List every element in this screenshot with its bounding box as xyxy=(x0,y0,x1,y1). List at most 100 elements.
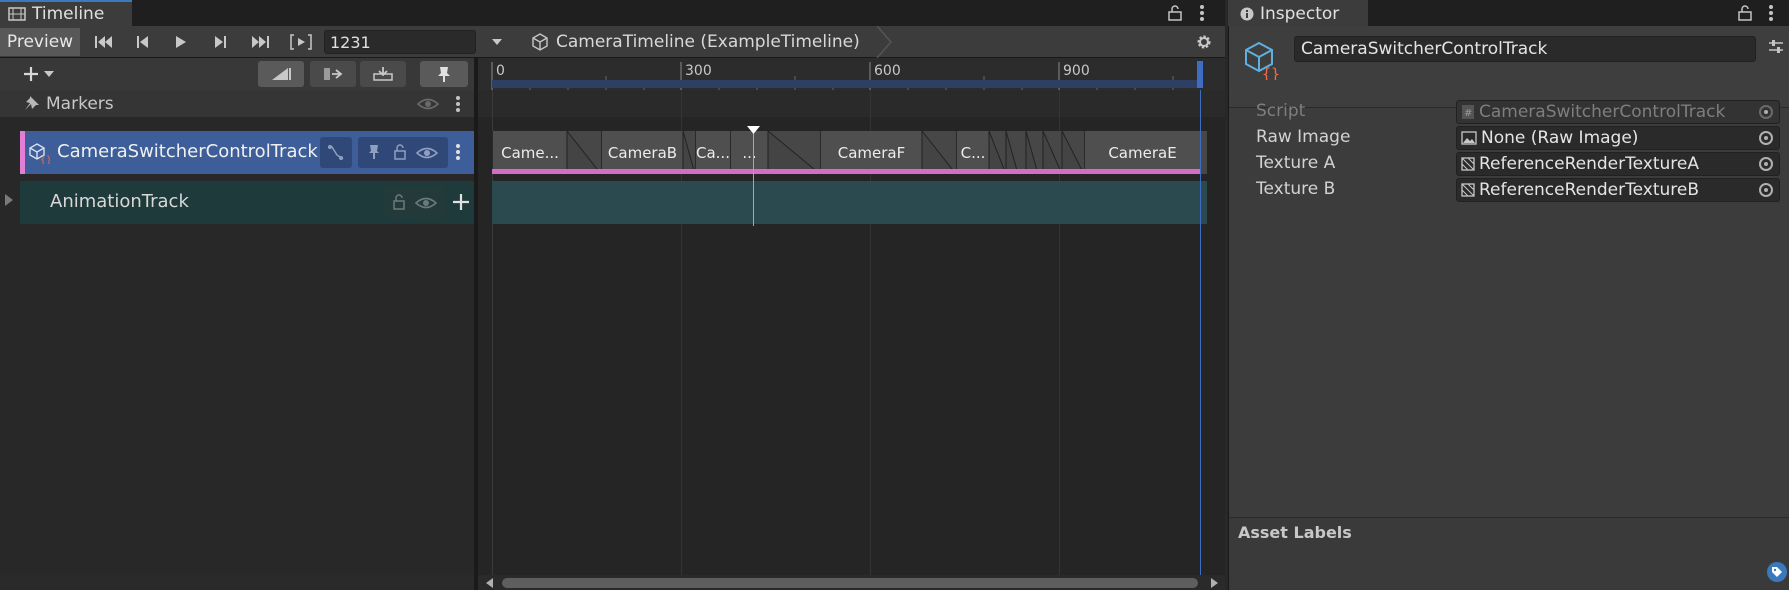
inspector-kebab-icon[interactable] xyxy=(1768,4,1774,22)
control-track-icon: {} xyxy=(28,142,50,164)
add-clip-plus-icon[interactable] xyxy=(451,192,471,212)
chevron-down-icon xyxy=(44,71,54,77)
track-pin-icon[interactable] xyxy=(368,144,380,160)
camera-track-kebab-icon[interactable] xyxy=(455,143,461,161)
scroll-right-icon[interactable] xyxy=(1210,578,1218,588)
prop-label-texture-b: Texture B xyxy=(1256,179,1336,199)
settings-gear-icon[interactable] xyxy=(1190,28,1218,56)
prop-label-script: Script xyxy=(1256,101,1306,121)
svg-text:{}: {} xyxy=(40,155,50,164)
preset-icon[interactable] xyxy=(1767,38,1785,56)
track-toggles xyxy=(358,137,448,168)
inspector-panel: {} CameraSwitcherControlTrack Script # C… xyxy=(1228,26,1789,590)
breadcrumb-label: CameraTimeline (ExampleTimeline) xyxy=(556,32,860,52)
timeline-tab[interactable]: Timeline xyxy=(0,0,132,26)
info-icon xyxy=(1240,7,1254,21)
clip-color-bar xyxy=(492,169,1200,174)
object-name-input[interactable]: CameraSwitcherControlTrack xyxy=(1294,36,1756,62)
track-eye-icon[interactable] xyxy=(416,147,438,159)
snap-button[interactable] xyxy=(420,61,468,87)
tag-icon xyxy=(1771,566,1783,578)
timeline-dropdown-icon[interactable] xyxy=(486,28,508,56)
timeline-content[interactable]: Came... CameraB Ca... ... CameraF C... C… xyxy=(478,90,1225,575)
expand-arrow-icon[interactable] xyxy=(4,193,14,207)
playable-range xyxy=(492,80,1200,88)
object-picker-icon[interactable] xyxy=(1759,183,1773,197)
playhead-icon[interactable] xyxy=(747,126,760,134)
markers-label: Markers xyxy=(46,94,114,114)
svg-text:#: # xyxy=(1464,108,1472,119)
curves-icon xyxy=(327,144,345,161)
ruler-tick-label: 900 xyxy=(1063,63,1090,79)
next-frame-icon[interactable] xyxy=(207,28,233,56)
texture-b-value: ReferenceRenderTextureB xyxy=(1479,180,1700,200)
end-line xyxy=(1200,90,1201,575)
label-tag-button[interactable] xyxy=(1767,562,1787,582)
track-animation[interactable]: AnimationTrack xyxy=(20,181,474,224)
ruler-tick-label: 0 xyxy=(496,63,505,79)
pin-icon xyxy=(437,65,451,83)
asset-labels-section: Asset Labels xyxy=(1229,517,1789,590)
kebab-menu-icon[interactable] xyxy=(1199,4,1205,22)
animation-track-label: AnimationTrack xyxy=(50,191,189,212)
track-camera-switcher[interactable]: {} CameraSwitcherControlTrack xyxy=(20,131,474,174)
asset-labels-title: Asset Labels xyxy=(1238,523,1352,542)
scroll-left-icon[interactable] xyxy=(486,578,494,588)
add-track-button[interactable] xyxy=(22,62,68,86)
prop-label-raw-image: Raw Image xyxy=(1256,127,1351,147)
film-icon xyxy=(8,6,26,22)
inspector-tab[interactable]: Inspector xyxy=(1228,0,1368,26)
markers-kebab-icon[interactable] xyxy=(455,95,461,113)
play-icon[interactable] xyxy=(168,28,194,56)
track-lock-icon[interactable] xyxy=(394,144,406,160)
goto-start-icon[interactable] xyxy=(90,28,118,56)
blend-regions xyxy=(566,131,1085,174)
horizontal-scrollbar[interactable] xyxy=(478,575,1225,590)
curves-toggle-button[interactable] xyxy=(320,137,352,168)
track-header-toolbar xyxy=(0,58,474,90)
breadcrumb-arrow xyxy=(875,26,895,58)
lock-icon[interactable] xyxy=(1168,5,1182,21)
ruler-tick-label: 300 xyxy=(685,63,712,79)
svg-text:{}: {} xyxy=(1262,65,1280,80)
object-picker-icon[interactable] xyxy=(1759,157,1773,171)
track-color-stripe xyxy=(20,131,25,174)
replace-mode-button[interactable] xyxy=(360,61,406,87)
playhead-line xyxy=(753,126,754,226)
script-field: # CameraSwitcherControlTrack xyxy=(1456,100,1780,124)
replace-icon xyxy=(372,66,394,82)
prev-frame-icon[interactable] xyxy=(130,28,156,56)
anim-track-toggles xyxy=(385,187,445,218)
image-icon xyxy=(1461,131,1477,145)
render-texture-icon xyxy=(1461,183,1475,197)
texture-b-field[interactable]: ReferenceRenderTextureB xyxy=(1456,178,1780,202)
csharp-script-icon: # xyxy=(1461,104,1475,120)
texture-a-field[interactable]: ReferenceRenderTextureA xyxy=(1456,152,1780,176)
inspector-header: {} CameraSwitcherControlTrack xyxy=(1229,26,1789,108)
scroll-thumb[interactable] xyxy=(502,578,1198,588)
markers-row[interactable]: Markers xyxy=(0,90,474,117)
time-ruler[interactable]: 0 300 600 900 xyxy=(478,58,1225,90)
timeline-tabbar: Timeline xyxy=(0,0,1225,26)
animation-clip[interactable] xyxy=(492,181,1207,224)
frame-input[interactable]: 1231 xyxy=(324,30,476,54)
object-picker-icon[interactable] xyxy=(1759,131,1773,145)
inspector-lock-icon[interactable] xyxy=(1738,5,1752,21)
markers-eye-icon[interactable] xyxy=(417,98,439,110)
plus-icon xyxy=(22,65,40,83)
play-range-icon[interactable] xyxy=(286,28,316,56)
gameobject-icon xyxy=(530,32,550,52)
goto-end-icon[interactable] xyxy=(246,28,274,56)
preview-button[interactable]: Preview xyxy=(0,28,80,56)
markers-lane xyxy=(478,90,1225,117)
anim-lock-icon[interactable] xyxy=(393,194,405,210)
raw-image-value: None (Raw Image) xyxy=(1481,128,1639,148)
header-footer xyxy=(0,575,474,590)
ripple-mode-button[interactable] xyxy=(310,61,356,87)
breadcrumb[interactable]: CameraTimeline (ExampleTimeline) xyxy=(530,28,860,56)
anim-eye-icon[interactable] xyxy=(415,197,437,209)
ripple-edit-button[interactable] xyxy=(258,61,304,87)
raw-image-field[interactable]: None (Raw Image) xyxy=(1456,126,1780,150)
end-marker[interactable] xyxy=(1197,61,1203,88)
marker-pin-icon xyxy=(24,95,40,111)
